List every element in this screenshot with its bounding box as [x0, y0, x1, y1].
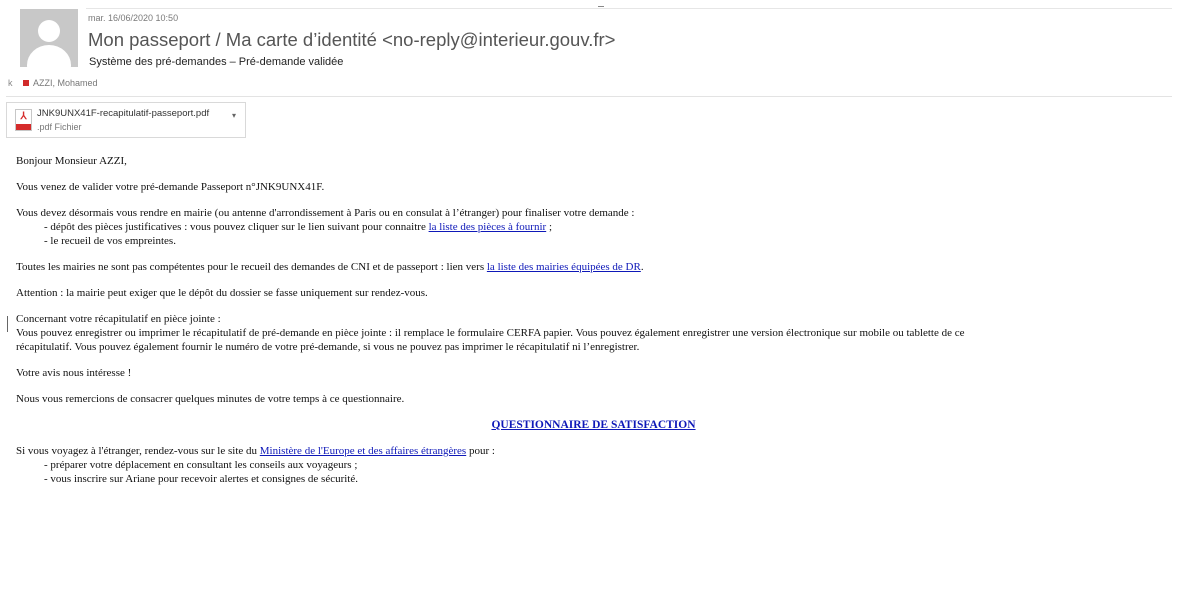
sender-name[interactable]: Mon passeport / Ma carte d’identité <no-… — [88, 29, 615, 51]
header-top-border — [86, 8, 1172, 9]
mairies-prefix: Toutes les mairies ne sont pas compétent… — [16, 261, 487, 273]
thanks-text: Nous vous remercions de consacrer quelqu… — [16, 393, 405, 405]
chevron-down-icon[interactable]: ▾ — [232, 111, 236, 120]
documents-list-link[interactable]: la liste des pièces à fournir — [429, 221, 547, 233]
survey-link[interactable]: QUESTIONNAIRE DE SATISFACTION — [491, 419, 695, 431]
recap-line-2: récapitulatif. Vous pouvez également fou… — [16, 341, 640, 353]
mairies-paragraph: Toutes les mairies ne sont pas compétent… — [16, 260, 1171, 274]
item1-prefix: - dépôt des pièces justificatives : vous… — [44, 221, 429, 233]
recap-paragraph: Concernant votre récapitulatif en pièce … — [16, 312, 1171, 354]
recipient-name[interactable]: AZZI, Mohamed — [33, 78, 98, 88]
recap-line-1: Vous pouvez enregistrer ou imprimer le r… — [16, 327, 965, 339]
message-subject: Système des pré-demandes – Pré-demande v… — [89, 56, 344, 68]
message-date: mar. 16/06/2020 10:50 — [88, 13, 179, 23]
travel-item-ariane: - vous inscrire sur Ariane pour recevoir… — [44, 473, 358, 485]
avis-text: Votre avis nous intéresse ! — [16, 367, 132, 379]
attachment-filename[interactable]: JNK9UNX41F-recapitulatif-passeport.pdf — [37, 108, 209, 119]
pdf-acrobat-icon: ⅄ — [20, 111, 27, 122]
mairies-suffix: . — [640, 261, 644, 273]
attachment-card[interactable]: ⅄ JNK9UNX41F-recapitulatif-passeport.pdf… — [6, 102, 246, 138]
ministry-link[interactable]: Ministère de l'Europe et des affaires ét… — [260, 445, 466, 457]
attachment-type: .pdf Fichier — [37, 122, 82, 132]
recipient-flag-icon — [23, 80, 30, 86]
mairie-item-fingerprints: - le recueil de vos empreintes. — [44, 235, 176, 247]
travel-prefix: Si vous voyagez à l'étranger, rendez-vou… — [16, 445, 260, 457]
mairie-paragraph: Vous devez désormais vous rendre en mair… — [16, 206, 1171, 248]
message-header: mar. 16/06/2020 10:50 Mon passeport / Ma… — [0, 0, 1178, 97]
mairies-list-link[interactable]: la liste des mairies équipées de DR — [487, 261, 641, 273]
pdf-band — [16, 124, 31, 130]
header-divider — [6, 96, 1172, 97]
validation-text: Vous venez de valider votre pré-demande … — [16, 181, 325, 193]
attention-text: Attention : la mairie peut exiger que le… — [16, 287, 428, 299]
travel-item-prepare: - préparer votre déplacement en consulta… — [44, 459, 358, 471]
mairie-item-documents: - dépôt des pièces justificatives : vous… — [16, 220, 1171, 234]
travel-paragraph: Si vous voyagez à l'étranger, rendez-vou… — [16, 444, 1171, 486]
message-body: Bonjour Monsieur AZZI, Vous venez de val… — [16, 154, 1171, 498]
survey-section: QUESTIONNAIRE DE SATISFACTION — [16, 418, 1171, 432]
pdf-icon: ⅄ — [15, 109, 32, 131]
avatar-shoulders — [27, 45, 71, 67]
sender-avatar — [20, 9, 78, 67]
left-scroll-edge — [7, 316, 8, 332]
mairie-intro: Vous devez désormais vous rendre en mair… — [16, 207, 635, 219]
item1-suffix: ; — [546, 221, 553, 233]
travel-suffix: pour : — [466, 445, 495, 457]
recipient-marker: k — [8, 78, 13, 88]
avatar-head — [38, 20, 60, 42]
header-marker — [598, 6, 604, 7]
recipient-line: k AZZI, Mohamed — [8, 78, 98, 88]
recap-title: Concernant votre récapitulatif en pièce … — [16, 313, 221, 325]
greeting-text: Bonjour Monsieur AZZI, — [16, 155, 127, 167]
